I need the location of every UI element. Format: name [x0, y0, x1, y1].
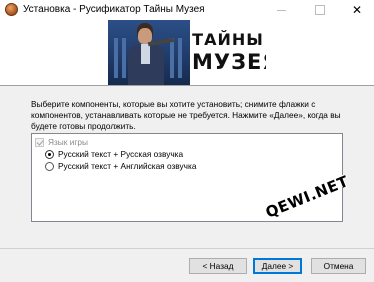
group-checkbox	[35, 137, 44, 147]
banner-pillar	[170, 38, 174, 78]
logo-line1: ТАЙНЫ	[192, 30, 264, 49]
maximize-icon[interactable]	[303, 0, 337, 20]
instructions-text: Выберите компоненты, которые вы хотите у…	[31, 99, 341, 131]
game-banner-image: ТАЙНЫ МУЗЕЯ	[108, 20, 266, 85]
title-bar: Установка - Русификатор Тайны Музея ✕	[0, 0, 374, 20]
installer-app-icon	[5, 3, 18, 16]
back-button[interactable]: < Назад	[189, 258, 247, 274]
banner-pillar	[178, 38, 182, 78]
component-group-language: Язык игры	[35, 136, 88, 148]
group-label: Язык игры	[48, 137, 88, 147]
character-shirt	[141, 44, 150, 64]
cancel-button[interactable]: Отмена	[311, 258, 366, 274]
minimize-icon[interactable]	[264, 0, 298, 20]
option-label[interactable]: Русский текст + Русская озвучка	[58, 149, 183, 159]
game-logo: ТАЙНЫ МУЗЕЯ	[192, 28, 266, 80]
radio-selected-icon[interactable]	[45, 149, 54, 159]
header-divider	[0, 85, 374, 86]
component-option-ru-voice[interactable]: Русский текст + Русская озвучка	[45, 148, 183, 160]
radio-unselected-icon[interactable]	[45, 161, 54, 171]
close-icon[interactable]: ✕	[340, 0, 374, 20]
window-title: Установка - Русификатор Тайны Музея	[23, 4, 205, 15]
next-button[interactable]: Далее >	[253, 258, 302, 274]
banner-pillar	[114, 38, 118, 78]
option-label[interactable]: Русский текст + Английская озвучка	[58, 161, 196, 171]
banner-background	[108, 20, 190, 85]
component-option-en-voice[interactable]: Русский текст + Английская озвучка	[45, 160, 196, 172]
logo-line2: МУЗЕЯ	[192, 50, 266, 74]
banner-pillar	[122, 38, 126, 78]
